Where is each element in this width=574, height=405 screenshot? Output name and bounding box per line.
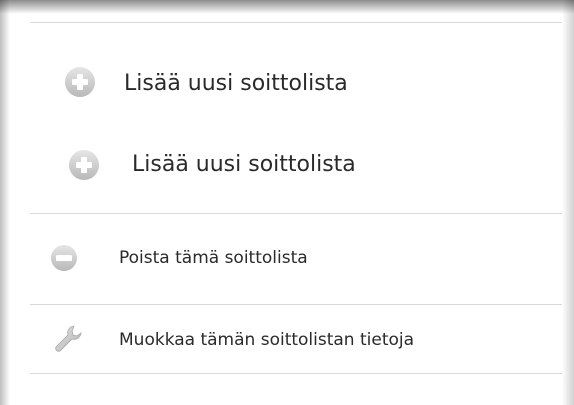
- wrench-icon: [52, 323, 84, 359]
- menu-item-label: Lisää uusi soittolista: [132, 152, 356, 177]
- menu-item-label: Lisää uusi soittolista: [124, 71, 348, 96]
- menu-item-delete-playlist[interactable]: Poista tämä soittolista: [30, 214, 562, 304]
- menu-item-edit-playlist-info[interactable]: Muokkaa tämän soittolistan tietoja: [30, 305, 562, 373]
- menu-item-add-playlist[interactable]: Lisää uusi soittolista: [30, 23, 562, 149]
- plus-circle-icon: [68, 149, 100, 185]
- plus-circle-icon: [64, 66, 96, 102]
- playlist-menu-panel: Lisää uusi soittolista Lisää uusi soitto…: [0, 0, 574, 405]
- menu-item-label: Muokkaa tämän soittolistan tietoja: [119, 330, 415, 350]
- playlist-menu: Lisää uusi soittolista Lisää uusi soitto…: [30, 22, 562, 374]
- panel-edge-shadow: [562, 0, 574, 405]
- minus-circle-icon: [50, 244, 78, 276]
- menu-item-label: Poista tämä soittolista: [119, 248, 308, 268]
- menu-divider: [30, 373, 562, 374]
- menu-item-add-playlist-2[interactable]: Lisää uusi soittolista: [30, 149, 562, 213]
